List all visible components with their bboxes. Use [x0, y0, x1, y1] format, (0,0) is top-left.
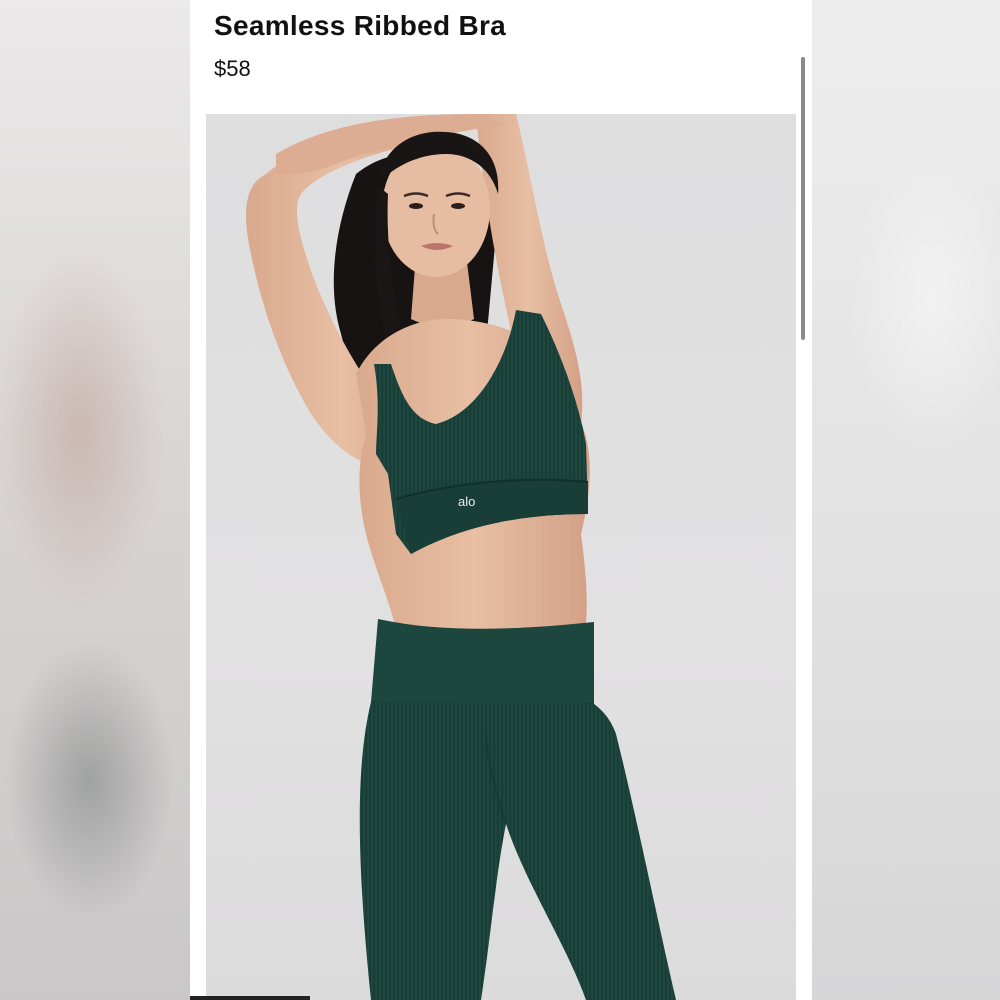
model-illustration: alo — [246, 114, 676, 1000]
product-photo[interactable]: alo — [206, 114, 796, 1000]
blurred-background-right — [812, 0, 1000, 1000]
product-title: Seamless Ribbed Bra — [214, 10, 507, 41]
home-indicator — [190, 996, 310, 1000]
brand-logo: alo — [458, 494, 475, 509]
product-page: Seamless Ribbed Bra $58 alo — [190, 0, 812, 1000]
product-price: $58 — [214, 56, 251, 81]
scrollbar[interactable] — [801, 57, 805, 340]
blurred-background-left — [0, 0, 190, 1000]
